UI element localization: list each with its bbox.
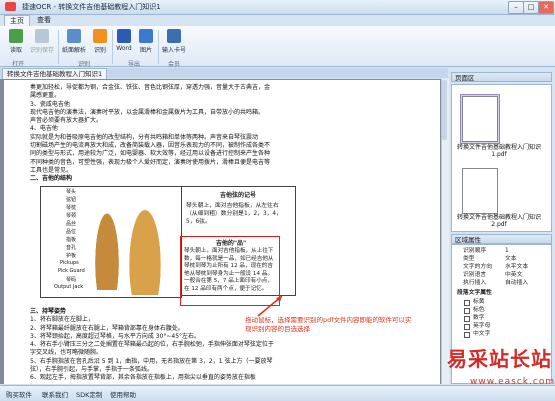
property-row[interactable]: 执行插入 自动插入 (453, 280, 548, 287)
thumbnail-caption: 转换文件吉他基础教程入门知识2.pdf (456, 214, 541, 228)
fig-label: 琴头 (66, 189, 77, 195)
thumbnail-page-1[interactable] (462, 96, 498, 142)
group-export-label: 导出 (128, 61, 141, 68)
classical-guitar-image (92, 200, 122, 290)
watermark-url: www.easck.com (470, 377, 555, 387)
enter-card-button[interactable]: 输入卡号 (160, 29, 188, 57)
maximize-button[interactable]: □ (523, 1, 539, 14)
group-recognize-label: 识别 (78, 61, 91, 68)
help-link[interactable]: 使用帮助 (110, 389, 136, 399)
checkbox-row[interactable]: 数字 (453, 315, 548, 322)
page-parse-button[interactable]: 纸面解析 (60, 29, 88, 57)
contact-us-link[interactable]: 联系我们 (42, 389, 68, 399)
group-open-label: 打开 (12, 61, 25, 68)
fig-label: 琴码 (66, 277, 77, 283)
fig-label: Pickups (60, 260, 79, 266)
save-recognized-button[interactable]: 识别保存 (28, 29, 56, 57)
read-icon (9, 29, 23, 43)
checkbox[interactable] (464, 332, 470, 338)
acoustic-guitar-image (125, 195, 165, 295)
save-icon (35, 29, 49, 43)
close-button[interactable]: ✕ (538, 1, 554, 14)
group-member-label: 会员 (168, 61, 181, 68)
window-title: 捷速OCR - 转换文件吉他基础教程入门知识1 (22, 3, 161, 11)
user-card-icon (167, 29, 181, 43)
fig-label: 指板 (66, 237, 77, 243)
watermark: 易采站长站 (447, 347, 552, 371)
ribbon-separator (158, 30, 159, 64)
property-row[interactable]: 文字的方向 水平文本 (453, 264, 548, 271)
fig-label: 品丝 (66, 221, 77, 227)
pages-panel-title: 页面区 (451, 72, 552, 82)
fig-label: 品位 (66, 229, 77, 235)
scrollbar-thumb[interactable] (442, 80, 447, 140)
page-text-top: 奏更加轻松，导促都为钢，合金弦、铁弦、音色比钢弦厚，穿透力强，音量大于古典吉，金… (30, 84, 271, 183)
checkbox-row[interactable]: 英字母 (453, 323, 548, 330)
checkbox[interactable] (464, 300, 470, 306)
fig-label: 音孔 (66, 245, 77, 251)
fig-label: 琴颈 (66, 213, 77, 219)
property-section: 段落文字属性 (457, 290, 492, 296)
strings-body: 琴头朝上，面对吉他指板，从左往右（从细到粗）数分别是1，2，3，4，5，6弦。 (186, 203, 282, 225)
image-icon (139, 29, 153, 43)
annotation-text: 拖动鼠标，选择需要识别的pdf文件内容即能的软件可以实现识别内容的目选选择 (245, 316, 412, 333)
checkbox[interactable] (464, 324, 470, 330)
checkbox-row[interactable]: 标黄 (453, 299, 548, 306)
thumbnail-caption: 转换文件吉他基础教程入门知识1.pdf (456, 144, 541, 158)
checkbox-row[interactable]: 标色 (453, 307, 548, 314)
export-image-button[interactable]: 图片 (134, 29, 158, 57)
buy-software-link[interactable]: 购买软件 (6, 389, 32, 399)
checkbox[interactable] (464, 308, 470, 314)
fig-label: 护板 (66, 253, 77, 259)
property-row[interactable]: 类型 文本 (453, 256, 548, 263)
checkbox[interactable] (464, 316, 470, 322)
checkbox-row[interactable]: 中文字 (453, 331, 548, 338)
minimize-button[interactable]: – (508, 1, 524, 14)
app-logo-icon (5, 2, 16, 11)
fig-label: Output Jack (54, 284, 84, 290)
fig-label: Pick Guard (58, 268, 85, 274)
property-row[interactable]: 识别顺序 1 (453, 248, 548, 255)
export-word-button[interactable]: Word (112, 29, 136, 57)
sdk-custom-link[interactable]: SDK定制 (76, 389, 102, 399)
ribbon-separator (58, 30, 59, 64)
tab-row (0, 15, 555, 26)
read-button[interactable]: 读取 (4, 29, 28, 57)
fig-label: 弦钮 (66, 197, 77, 203)
ocr-icon (93, 29, 107, 43)
thumbnail-page-2[interactable] (462, 168, 498, 214)
document-tab[interactable]: 转换文件吉他基础教程入门知识1 (2, 68, 108, 79)
fig-label: 琴枕 (66, 205, 77, 211)
property-row[interactable]: 识别语言 中英文 (453, 272, 548, 279)
strings-title: 吉他弦的记号 (219, 192, 256, 199)
tab-view[interactable]: 查看 (32, 15, 56, 26)
recognize-button[interactable]: 识别 (88, 29, 112, 57)
properties-panel-title: 区域属性 (451, 234, 552, 244)
word-icon (117, 29, 131, 43)
layout-icon (67, 29, 81, 43)
